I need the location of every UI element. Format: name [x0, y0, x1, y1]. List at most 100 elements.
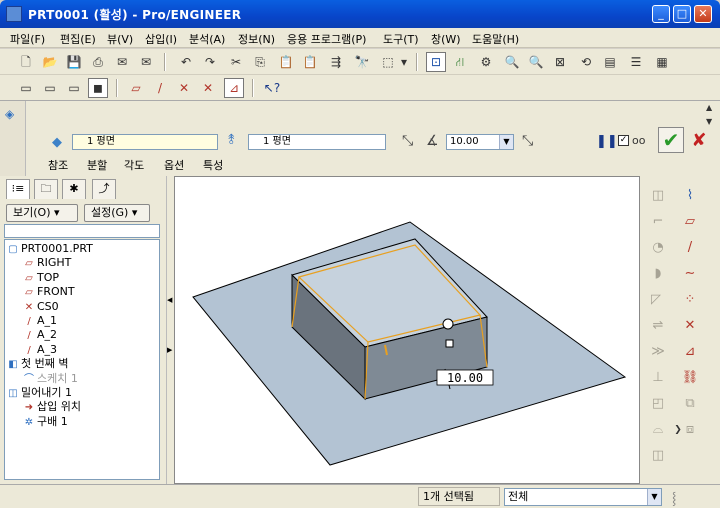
zoom-out-icon[interactable]: 🔍	[526, 52, 546, 72]
undo-icon[interactable]: ↶	[176, 52, 196, 72]
datum-planes-toggle-icon[interactable]: ▱	[126, 78, 146, 98]
glasses-icon[interactable]: oo	[632, 134, 645, 147]
refit-icon[interactable]: ⊠	[550, 52, 570, 72]
coord-sys-toggle-icon[interactable]: ✕	[198, 78, 218, 98]
show-button[interactable]: 보기(O) ▾	[6, 204, 78, 222]
hidden-line-icon[interactable]: ▭	[40, 78, 60, 98]
menu-edit[interactable]: 편집(E)	[60, 31, 96, 47]
copy-geom-icon[interactable]: ⧉	[680, 394, 700, 414]
scroll-up-icon[interactable]: ▲	[706, 103, 712, 112]
spin-center-icon[interactable]: ⛙	[450, 52, 470, 72]
tree-item[interactable]: / A_2	[23, 328, 57, 342]
chevron-down-icon[interactable]: ▼	[647, 489, 661, 505]
tree-item[interactable]: ▢ PRT0001.PRT	[7, 242, 93, 256]
form-tool-icon[interactable]: ⊥	[648, 368, 668, 388]
sketch-datum-icon[interactable]: ⌇	[680, 186, 700, 206]
new-file-icon[interactable]: 🗋	[16, 52, 36, 72]
graphics-window[interactable]: 10.00	[174, 176, 640, 484]
scroll-down-icon[interactable]: ▼	[706, 117, 712, 126]
paste-special-icon[interactable]: 📋	[300, 52, 320, 72]
pattern-tool-icon[interactable]: ⧈	[680, 420, 700, 440]
datum-curve-tool-icon[interactable]: ∼	[680, 264, 700, 284]
rip-tool-icon[interactable]: ◰	[648, 394, 668, 414]
settings-button[interactable]: 설정(G) ▾	[84, 204, 150, 222]
no-hidden-icon[interactable]: ▭	[64, 78, 84, 98]
drag-handle-square[interactable]	[445, 339, 454, 348]
tab-references[interactable]: 참조	[48, 157, 68, 173]
menu-analysis[interactable]: 분석(A)	[189, 31, 225, 47]
datum-axes-toggle-icon[interactable]: /	[150, 78, 170, 98]
annotation-toggle-icon[interactable]: ⊿	[224, 78, 244, 98]
regenerate-icon[interactable]: ⇶	[326, 52, 346, 72]
tree-item[interactable]: / A_1	[23, 314, 57, 328]
menu-info[interactable]: 정보(N)	[238, 31, 275, 47]
redo-icon[interactable]: ↷	[200, 52, 220, 72]
menu-insert[interactable]: 삽입(I)	[145, 31, 177, 47]
corner-relief-icon[interactable]: ◗	[648, 264, 668, 284]
analysis-tool-icon[interactable]: ⊿	[680, 342, 700, 362]
tab-options[interactable]: 옵션	[164, 157, 184, 173]
flange-tool-icon[interactable]: ⌐	[648, 212, 668, 232]
tree-item[interactable]: ✲ 구배 1	[23, 415, 68, 429]
tree-item[interactable]: ◧ 첫 번째 벽	[7, 357, 68, 371]
shading-icon[interactable]: ◼	[88, 78, 108, 98]
draft-surface-field[interactable]: 1 평면	[72, 134, 218, 150]
close-button[interactable]: ✕	[694, 5, 712, 23]
tab-angle[interactable]: 각도	[124, 157, 144, 173]
bend-tool-icon[interactable]: ◸	[646, 290, 666, 310]
zoom-in-icon[interactable]: 🔍	[502, 52, 522, 72]
drag-handle-circle[interactable]	[442, 318, 454, 330]
merge-tool-icon[interactable]: ⌓	[648, 420, 668, 440]
panel-splitter[interactable]: ◀ ▶	[166, 176, 174, 484]
print-icon[interactable]: ⎙	[88, 52, 108, 72]
flip-angle-icon[interactable]: ⤡	[522, 133, 533, 149]
selection-dropdown-icon[interactable]: ▾	[398, 52, 410, 72]
menu-view[interactable]: 뷰(V)	[107, 31, 133, 47]
unbend-tool-icon[interactable]: ⇌	[648, 316, 668, 336]
layers-icon[interactable]: ☰	[626, 52, 646, 72]
tree-item[interactable]: ▱ FRONT	[23, 285, 74, 299]
saved-views-icon[interactable]: ▤	[600, 52, 620, 72]
menu-tools[interactable]: 도구(T)	[383, 31, 419, 47]
tab-properties[interactable]: 특성	[203, 157, 223, 173]
tree-item[interactable]: ⌒ 스케치 1	[23, 372, 78, 386]
cut-icon[interactable]: ✂	[226, 52, 246, 72]
save-icon[interactable]: 💾	[64, 52, 84, 72]
folder-browser-tab-icon[interactable]: 🗀	[34, 179, 58, 199]
datum-plane-tool-icon[interactable]: ▱	[680, 212, 700, 232]
angle-combo[interactable]: 10.00 ▼	[446, 134, 514, 150]
draft-hinge-field[interactable]: 1 평면	[248, 134, 386, 150]
tree-item[interactable]: ✕ CS0	[23, 300, 59, 314]
tree-item[interactable]: ▱ RIGHT	[23, 256, 71, 270]
datum-axis-tool-icon[interactable]: /	[680, 238, 700, 258]
datum-points-toggle-icon[interactable]: ✕	[174, 78, 194, 98]
edge-bend-icon[interactable]: ◫	[648, 446, 668, 466]
flip-direction-icon[interactable]: ⤡	[402, 133, 413, 149]
expand-right-icon[interactable]: ▶	[167, 346, 172, 354]
tab-split[interactable]: 분할	[87, 157, 107, 173]
context-help-icon[interactable]: ↖?	[262, 78, 282, 98]
view-manager-icon[interactable]: ▦	[652, 52, 672, 72]
round-tool-icon[interactable]: ◔	[648, 238, 668, 258]
menu-help[interactable]: 도움말(H)	[472, 31, 519, 47]
selection-filter-combo[interactable]: 전체 ▼	[504, 488, 662, 506]
wireframe-icon[interactable]: ▭	[16, 78, 36, 98]
menu-window[interactable]: 창(W)	[431, 31, 461, 47]
mail-attach-icon[interactable]: ✉	[136, 52, 156, 72]
minimize-button[interactable]: _	[652, 5, 670, 23]
maximize-button[interactable]: □	[673, 5, 691, 23]
history-tab-icon[interactable]: ⤴	[92, 179, 116, 199]
chevron-down-icon[interactable]: ▼	[499, 135, 513, 149]
accept-button[interactable]: ✔	[658, 127, 684, 153]
flatten-tool-icon[interactable]: ≫	[648, 342, 668, 362]
selection-box-icon[interactable]: ⬚	[378, 52, 398, 72]
coord-sys-tool-icon[interactable]: ✕	[680, 316, 700, 336]
orient-mode-icon[interactable]: ⚙	[476, 52, 496, 72]
wall-tool-icon[interactable]: ◫	[648, 186, 668, 206]
collapse-left-icon[interactable]: ◀	[167, 296, 172, 304]
model-view[interactable]: 10.00	[175, 177, 641, 485]
send-mail-icon[interactable]: ✉	[112, 52, 132, 72]
reorient-icon[interactable]: ⟲	[576, 52, 596, 72]
open-file-icon[interactable]: 📂	[40, 52, 60, 72]
tree-item[interactable]: ◫ 밀어내기 1	[7, 386, 72, 400]
